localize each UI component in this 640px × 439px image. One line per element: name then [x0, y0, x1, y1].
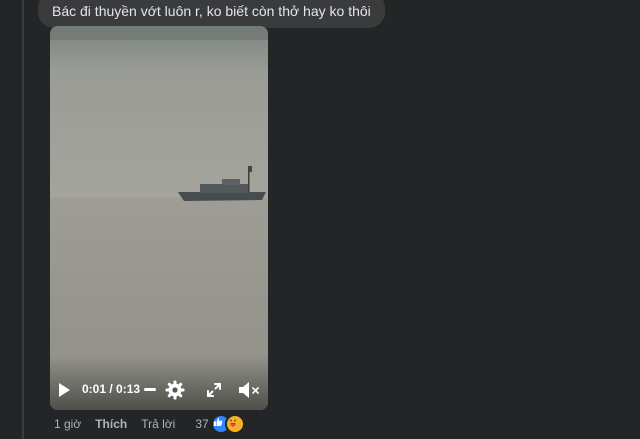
thumbs-up-icon	[213, 418, 223, 426]
reaction-count[interactable]: 37	[195, 417, 208, 431]
progress-track	[144, 388, 156, 391]
like-link[interactable]: Thích	[95, 417, 127, 431]
comment-thread: Bác đi thuyền vớt luôn r, ko biết còn th…	[0, 0, 640, 439]
expand-icon	[207, 383, 221, 397]
time-separator: /	[106, 382, 117, 396]
video-player[interactable]: 0:01 / 0:13	[50, 26, 268, 410]
mute-button[interactable]	[236, 379, 262, 401]
settings-button[interactable]	[164, 379, 186, 401]
video-frame	[50, 26, 268, 410]
play-icon	[59, 383, 70, 397]
reply-link[interactable]: Trả lời	[141, 417, 175, 431]
duration: 0:13	[116, 382, 141, 396]
thread-line	[22, 0, 24, 439]
comment-bubble: Bác đi thuyền vớt luôn r, ko biết còn th…	[38, 0, 385, 28]
play-button[interactable]	[54, 380, 74, 400]
video-controls: 0:01 / 0:13	[50, 370, 268, 410]
care-reaction-icon[interactable]	[224, 414, 245, 434]
video-time: 0:01 / 0:13	[82, 382, 140, 396]
progress-bar[interactable]	[144, 384, 156, 396]
comment-timestamp[interactable]: 1 giờ	[54, 417, 81, 431]
speaker-muted-icon	[239, 382, 259, 398]
current-time: 0:01	[82, 382, 107, 396]
care-face-icon	[229, 419, 236, 427]
comment-actions: 1 giờ Thích Trả lời 37	[54, 414, 245, 434]
gear-icon	[165, 380, 185, 400]
comment-text: Bác đi thuyền vớt luôn r, ko biết còn th…	[52, 3, 371, 19]
fullscreen-button[interactable]	[204, 380, 224, 400]
